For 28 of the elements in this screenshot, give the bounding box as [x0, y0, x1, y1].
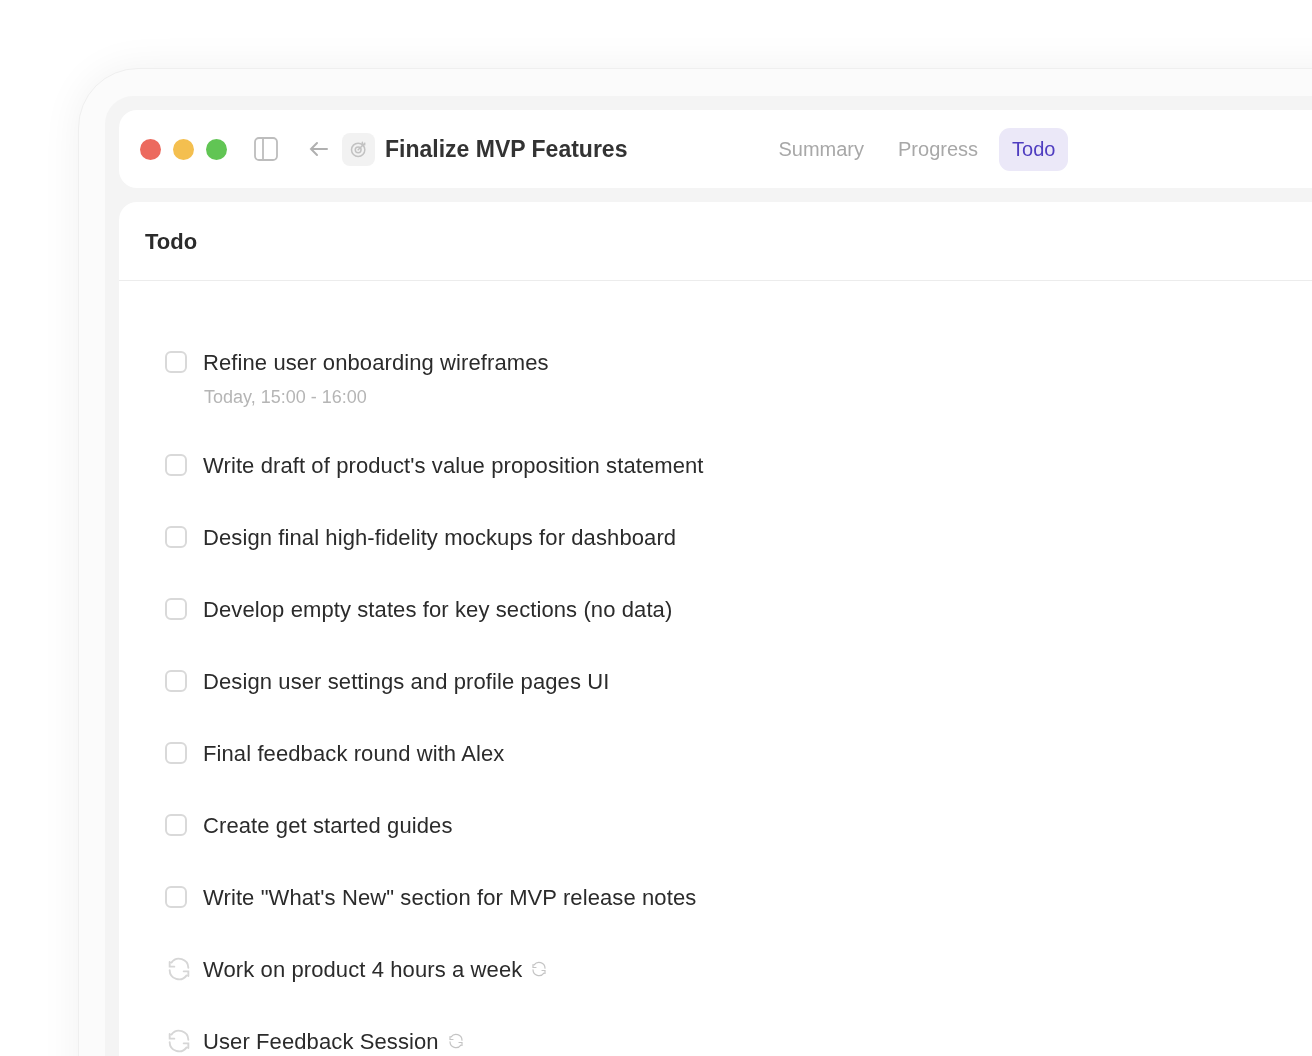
task-title: Work on product 4 hours a week: [203, 955, 523, 984]
checkbox[interactable]: [165, 598, 187, 620]
task-title: Write "What's New" section for MVP release notes: [203, 883, 697, 912]
checkbox[interactable]: [165, 886, 187, 908]
tab[interactable]: Todo: [999, 127, 1069, 171]
task-title: User Feedback Session: [203, 1027, 439, 1056]
task-title: Refine user onboarding wireframes: [203, 348, 549, 377]
checkbox[interactable]: [165, 742, 187, 764]
tab[interactable]: Summary: [765, 127, 877, 171]
target-icon: [342, 132, 375, 166]
task-time: Today, 15:00 - 16:00: [204, 386, 368, 409]
checkbox[interactable]: [165, 670, 187, 692]
checkbox[interactable]: [165, 351, 187, 373]
task-title: Write draft of product's value proposition statement: [203, 451, 704, 480]
sidebar-icon[interactable]: [253, 136, 279, 162]
checkbox[interactable]: [165, 526, 187, 548]
task-title: Design user settings and profile pages UI: [203, 667, 610, 696]
checkbox[interactable]: [165, 454, 187, 476]
checkbox[interactable]: [165, 814, 187, 836]
repeat-icon: [530, 960, 549, 978]
task-title: Develop empty states for key sections (no data): [203, 595, 673, 624]
task-title: Design final high-fidelity mockups for dashboard: [203, 523, 677, 552]
tab[interactable]: Progress: [885, 127, 992, 171]
task-title: Final feedback round with Alex: [203, 739, 505, 768]
repeat-icon: [446, 1032, 465, 1050]
window-title: Finalize MVP Features: [385, 134, 628, 164]
task-title: Create get started guides: [203, 811, 453, 840]
panel-title: Todo: [145, 227, 198, 256]
